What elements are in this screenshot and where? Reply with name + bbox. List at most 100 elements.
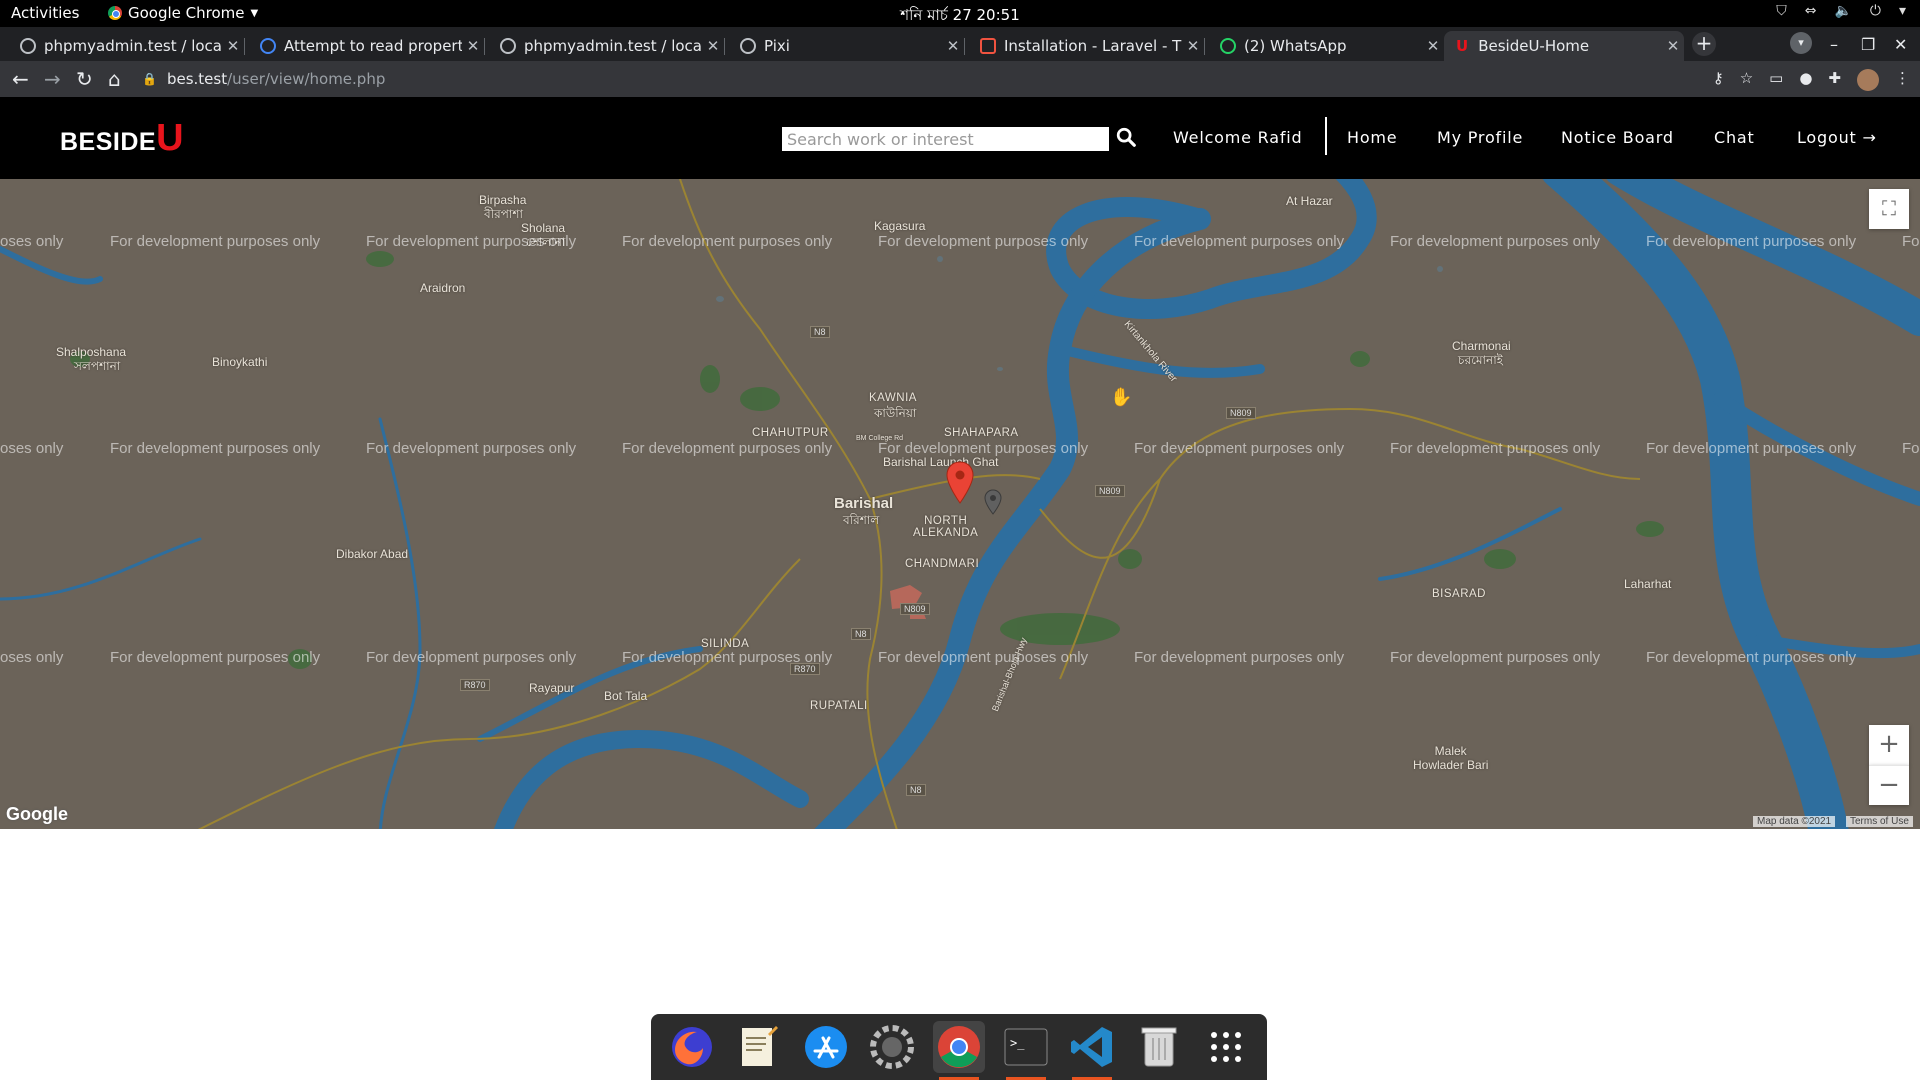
minimize-icon[interactable]: – — [1830, 35, 1838, 54]
trash-icon[interactable] — [1133, 1021, 1185, 1073]
tab-laravel[interactable]: Installation - Laravel - The ✕ — [968, 31, 1205, 61]
close-tab-icon[interactable]: ✕ — [1182, 37, 1204, 55]
power-icon[interactable]: ⏻ — [1870, 3, 1881, 19]
tab-title: Installation - Laravel - The — [1004, 37, 1182, 55]
place-birpasha: Birpasha — [479, 193, 527, 207]
dev-watermark: For development purposes only — [366, 233, 577, 250]
zoom-out-button[interactable]: − — [1869, 765, 1909, 805]
dev-watermark: For development purposes only — [366, 649, 577, 666]
vscode-icon[interactable] — [1066, 1021, 1118, 1080]
map-pin-icon[interactable] — [946, 461, 974, 505]
chevron-down-icon[interactable]: ▾ — [1899, 3, 1906, 19]
place-birpasha-bn: বীরপাশা — [484, 207, 523, 221]
google-map[interactable]: Birpasha বীরপাশা Sholana সোলানা Kagasura… — [0, 179, 1920, 829]
lock-icon[interactable]: 🔒 — [142, 72, 157, 86]
app-menu[interactable]: Google Chrome ▼ — [108, 4, 258, 22]
close-tab-icon[interactable]: ✕ — [462, 37, 484, 55]
road-shield: N8 — [810, 326, 830, 338]
terms-of-use-link[interactable]: Terms of Use — [1846, 816, 1913, 827]
toolbar-icons: ⚷ ☆ ▭ ● ✚ ⋮ — [1713, 69, 1910, 91]
tab-title: BesideU-Home — [1478, 37, 1590, 55]
nav-divider — [1325, 117, 1327, 155]
dev-watermark: Fo — [1902, 233, 1920, 250]
dev-watermark: For development purposes only — [1134, 649, 1345, 666]
maximize-icon[interactable]: ❐ — [1861, 35, 1875, 54]
place-barishal-launch-ghat: Barishal Launch Ghat — [883, 455, 999, 469]
close-window-icon[interactable]: ✕ — [1894, 35, 1907, 54]
place-chahutpur: CHAHUTPUR — [752, 427, 829, 439]
dev-watermark: For development purposes only — [622, 440, 833, 457]
place-shalposhana-bn: সলপশানা — [74, 359, 121, 373]
logo-accent: U — [156, 117, 185, 159]
new-tab-button[interactable]: + — [1692, 32, 1716, 56]
extension-dot-icon[interactable]: ● — [1799, 69, 1812, 91]
puzzle-icon[interactable]: ✚ — [1828, 69, 1841, 91]
close-tab-icon[interactable]: ✕ — [1662, 37, 1684, 55]
system-top-bar: Activities Google Chrome ▼ শনি মার্চ 27 … — [0, 0, 1920, 27]
settings-icon[interactable] — [866, 1021, 918, 1073]
activities-button[interactable]: Activities — [11, 4, 79, 22]
besideu-logo[interactable]: BESIDEU — [60, 117, 184, 160]
caret-down-icon: ▼ — [250, 7, 259, 19]
text-editor-icon[interactable] — [733, 1021, 785, 1073]
tab-pixi[interactable]: Pixi ✕ — [728, 31, 965, 61]
google-icon — [260, 38, 276, 54]
place-binoykathi: Binoykathi — [212, 355, 268, 369]
place-barishal: Barishal — [834, 495, 894, 512]
globe-icon — [740, 38, 756, 54]
close-tab-icon[interactable]: ✕ — [1422, 37, 1444, 55]
address-bar[interactable]: 🔒 bes.test/user/view/home.php — [142, 65, 1692, 93]
cast-icon[interactable]: ▭ — [1769, 69, 1783, 91]
tab-besideu-home[interactable]: U BesideU-Home ✕ — [1444, 31, 1684, 61]
volume-icon[interactable]: 🔈 — [1834, 3, 1851, 19]
kebab-menu-icon[interactable]: ⋮ — [1895, 69, 1910, 91]
fullscreen-button[interactable]: ⛶ — [1869, 189, 1909, 229]
chrome-icon[interactable] — [932, 1021, 985, 1080]
url-host: bes.test — [166, 70, 228, 88]
nav-chat[interactable]: Chat — [1714, 128, 1755, 147]
tab-attempt-read[interactable]: Attempt to read property ✕ — [248, 31, 485, 61]
dev-watermark: For development purposes only — [1646, 440, 1857, 457]
close-tab-icon[interactable]: ✕ — [702, 37, 724, 55]
tab-whatsapp[interactable]: (2) WhatsApp ✕ — [1208, 31, 1444, 61]
key-icon[interactable]: ⚷ — [1713, 69, 1724, 91]
dev-watermark: For development purposes only — [110, 440, 321, 457]
app-store-icon[interactable] — [800, 1021, 852, 1073]
close-tab-icon[interactable]: ✕ — [222, 37, 244, 55]
map-attribution[interactable]: Map data ©2021 — [1753, 816, 1836, 827]
dev-watermark: For development purposes only — [1646, 649, 1857, 666]
zoom-in-button[interactable]: + — [1869, 725, 1909, 765]
firefox-icon[interactable] — [666, 1021, 718, 1073]
tab-phpmyadmin-1[interactable]: phpmyadmin.test / localh ✕ — [8, 31, 245, 61]
reload-icon[interactable]: ↻ — [76, 67, 93, 91]
hand-cursor-icon: ✋ — [1110, 387, 1133, 408]
search-icon[interactable] — [1115, 126, 1137, 148]
system-tray[interactable]: ⛉ ⇔ 🔈 ⏻ ▾ — [1776, 3, 1906, 19]
network-icon[interactable]: ⇔ — [1805, 3, 1817, 19]
terminal-icon[interactable]: >_ — [1000, 1021, 1052, 1080]
close-tab-icon[interactable]: ✕ — [942, 37, 964, 55]
app-grid-icon[interactable] — [1200, 1021, 1252, 1073]
forward-icon[interactable]: → — [44, 67, 61, 91]
shield-icon[interactable]: ⛉ — [1776, 3, 1787, 19]
nav-logout[interactable]: Logout → — [1797, 128, 1877, 147]
nav-home[interactable]: Home — [1347, 128, 1397, 147]
tab-search-icon[interactable]: ▾ — [1790, 32, 1812, 54]
tab-separator — [1204, 38, 1205, 55]
google-logo[interactable]: Google — [6, 804, 68, 825]
clock[interactable]: শনি মার্চ 27 20:51 — [0, 4, 1920, 29]
profile-avatar[interactable] — [1857, 69, 1879, 91]
nav-notice-board[interactable]: Notice Board — [1561, 128, 1674, 147]
tab-separator — [724, 38, 725, 55]
place-north-alekanda: NORTH ALEKANDA — [913, 515, 979, 539]
tab-phpmyadmin-2[interactable]: phpmyadmin.test / localh ✕ — [488, 31, 725, 61]
place-dibakar: Dibakor Abad — [336, 547, 409, 561]
home-icon[interactable]: ⌂ — [108, 67, 121, 91]
search-input[interactable] — [782, 127, 1109, 151]
place-shahapara: SHAHAPARA — [944, 427, 1019, 439]
star-icon[interactable]: ☆ — [1740, 69, 1753, 91]
place-marker-icon[interactable] — [984, 489, 1002, 515]
tab-title: (2) WhatsApp — [1244, 37, 1347, 55]
back-icon[interactable]: ← — [12, 67, 29, 91]
nav-my-profile[interactable]: My Profile — [1437, 128, 1523, 147]
